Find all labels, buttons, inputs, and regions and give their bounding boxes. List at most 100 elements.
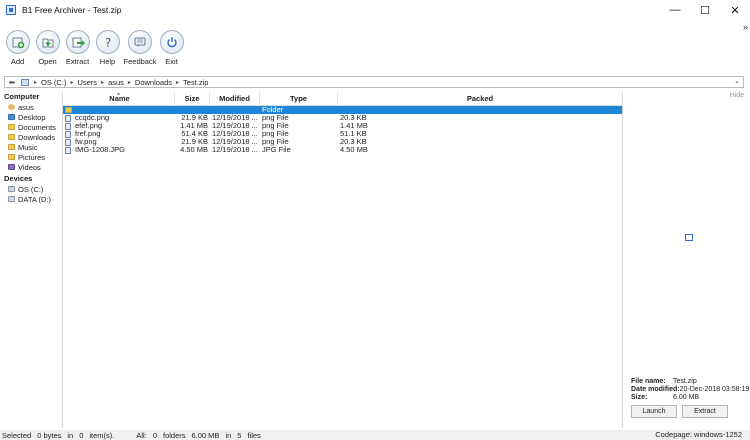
minimize-button[interactable]: — [660,0,690,20]
column-type[interactable]: Type [260,92,338,105]
size-label: Size: [631,394,648,401]
feedback-label: Feedback [123,57,157,66]
tree-item-music[interactable]: Music [0,142,60,152]
sort-up-icon: ▲ [116,91,121,97]
music-folder-icon [8,144,15,150]
chevron-right-icon: ▸ [70,79,74,86]
breadcrumb-downloads[interactable]: Downloads [135,78,172,87]
status-folders-count: 0 [152,430,157,440]
file-list: ▲ Name Size Modified Type Packed Folder c… [62,91,623,428]
feedback-button[interactable]: Feedback [124,30,156,74]
status-selected-bytes: 0 bytes [37,430,62,440]
desktop-icon [8,114,15,120]
image-file-icon [65,122,71,130]
status-total-size: 6.00 MB [191,430,220,440]
window-title: B1 Free Archiver - Test.zip [22,5,122,15]
tree-item-drive-d[interactable]: DATA (D:) [0,194,60,204]
status-selected-label: Selected [2,430,32,440]
column-name[interactable]: ▲ Name [63,91,175,105]
tree-item-asus[interactable]: asus [0,102,60,112]
breadcrumb-drive[interactable]: OS (C:) [41,78,66,87]
add-icon [5,30,30,54]
address-dropdown-icon[interactable]: ⌄ [734,77,740,85]
pictures-folder-icon [8,154,15,160]
tree-item-documents[interactable]: Documents [0,122,60,132]
toolbar: Add Open Extract ? Help Feedback Exit [0,30,750,74]
tree-item-downloads[interactable]: Downloads [0,132,60,142]
drive-icon [8,196,15,202]
chevron-right-icon: ▸ [127,79,131,86]
zip-file-icon [685,234,693,241]
power-icon [159,30,184,54]
tree-item-videos[interactable]: Videos [0,162,60,172]
breadcrumb-asus[interactable]: asus [108,78,124,87]
tree-item-label: Documents [18,122,56,132]
maximize-button[interactable]: ☐ [690,0,720,20]
computer-icon [21,78,29,86]
folder-icon [8,134,15,140]
status-in-label: in [67,430,74,440]
videos-folder-icon [8,164,15,170]
tree-devices-header[interactable]: Devices [0,174,60,184]
table-row[interactable]: fref.png 51.4 KB 12/19/2018 ... png File… [63,130,622,138]
column-size[interactable]: Size [175,92,210,105]
status-selected-items: 0 [79,430,84,440]
extract-label: Extract [65,57,90,66]
column-packed[interactable]: Packed [338,92,622,105]
column-modified[interactable]: Modified [210,92,260,105]
navigation-tree: Computer asus Desktop Documents Download… [0,92,60,428]
breadcrumb-archive[interactable]: Test.zip [183,78,208,87]
feedback-icon [128,30,152,54]
open-button[interactable]: Open [33,30,62,74]
status-in-label: in [225,430,232,440]
date-modified-value: 20-Dec-2018 03:58:19 [679,386,750,393]
table-row[interactable]: Folder [63,106,622,114]
exit-button[interactable]: Exit [157,30,186,74]
table-row[interactable]: IMG-1208.JPG 4.50 MB 12/19/2018 ... JPG … [63,146,622,154]
address-bar[interactable]: ⬅ ▸ OS (C:) ▸ Users ▸ asus ▸ Downloads ▸… [4,76,744,88]
status-files-count: 5 [237,430,242,440]
tree-item-label: Music [18,142,38,152]
title-bar: B1 Free Archiver - Test.zip — ☐ ✕ [0,0,750,20]
add-button[interactable]: Add [3,30,32,74]
app-icon [6,5,16,15]
image-file-icon [65,146,71,154]
open-label: Open [38,57,57,66]
chevron-right-icon: ▸ [34,79,38,86]
status-folders-label: folders [162,430,186,440]
help-icon: ? [95,30,120,54]
launch-button[interactable]: Launch [631,405,677,418]
help-button[interactable]: ? Help [93,30,122,74]
folder-icon [65,107,72,113]
tree-item-label: Pictures [18,152,46,162]
image-file-icon [65,130,71,138]
breadcrumb-users[interactable]: Users [77,78,97,87]
list-header: ▲ Name Size Modified Type Packed [63,91,622,106]
tree-item-label: Videos [18,162,41,172]
extract-file-button[interactable]: Extract [682,405,728,418]
window-controls: — ☐ ✕ [660,0,750,20]
extract-button[interactable]: Extract [63,30,92,74]
add-label: Add [10,57,25,66]
tree-item-desktop[interactable]: Desktop [0,112,60,122]
tree-item-drive-c[interactable]: OS (C:) [0,184,60,194]
status-items-label: item(s). [89,430,115,440]
chevron-right-icon: ▸ [101,79,105,86]
size-value: 6.00 MB [673,394,700,401]
help-label: Help [99,57,116,66]
back-arrow-icon[interactable]: ⬅ [5,78,19,87]
svg-text:?: ? [105,36,111,49]
status-codepage[interactable]: Codepage: windows-1252 [655,430,742,440]
close-button[interactable]: ✕ [720,0,750,20]
table-row[interactable]: efef.png 1.41 MB 12/19/2018 ... png File… [63,122,622,130]
table-row[interactable]: fw.png 21.9 KB 12/19/2018 ... png File 2… [63,138,622,146]
tree-computer-header[interactable]: Computer [0,92,60,102]
hide-panel-link[interactable]: Hide [730,92,744,99]
image-file-icon [65,138,71,146]
tree-item-pictures[interactable]: Pictures [0,152,60,162]
extract-icon [65,30,90,54]
file-info: File name: Test.zip Date modified: 20-De… [631,378,749,402]
exit-label: Exit [165,57,178,66]
open-icon [35,30,60,54]
table-row[interactable]: ccqdc.png 21.9 KB 12/19/2018 ... png Fil… [63,114,622,122]
